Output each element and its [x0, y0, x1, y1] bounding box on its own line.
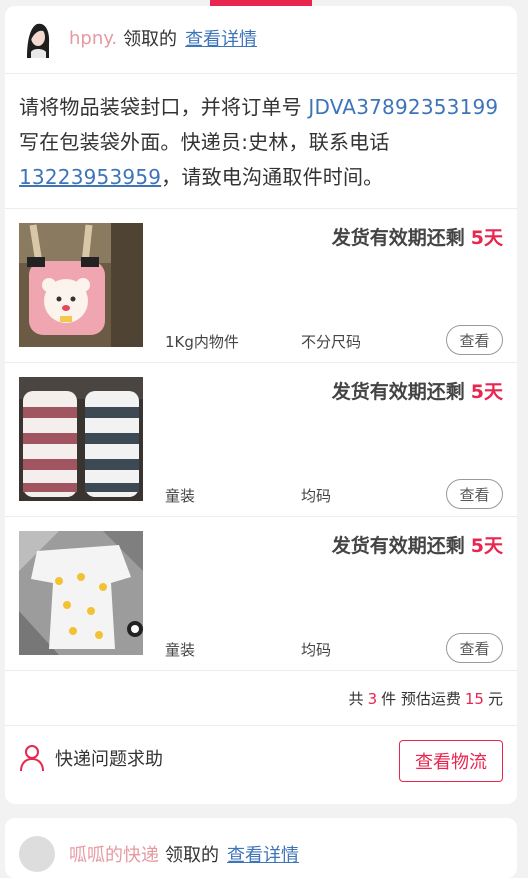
- shipping-instructions: 请将物品装袋封口，并将订单号 JDVA37892353199 写在包装袋外面。快…: [19, 90, 505, 195]
- shipping-fee: 15: [464, 690, 484, 708]
- order-card: hpny. 领取的 查看详情 请将物品装袋封口，并将订单号 JDVA378923…: [5, 6, 517, 804]
- divider: [5, 670, 517, 671]
- courier-help[interactable]: 快递问题求助: [19, 744, 163, 772]
- validity-label: 发货有效期还剩: [331, 227, 465, 249]
- item-size: 不分尺码: [301, 333, 362, 351]
- courier-phone-link[interactable]: 13223953959: [19, 165, 161, 189]
- item-row: 发货有效期还剩 5天 童装 均码 查看: [5, 363, 517, 517]
- avatar[interactable]: [19, 836, 55, 872]
- post-header: 呱呱的快递 领取的 查看详情: [19, 836, 299, 872]
- view-item-button[interactable]: 查看: [446, 325, 503, 355]
- notice-text-2: 写在包装袋外面。快递员:史林，联系电话: [19, 130, 390, 154]
- person-outline-icon: [19, 744, 45, 772]
- post-header: hpny. 领取的 查看详情: [19, 18, 257, 58]
- view-item-button[interactable]: 查看: [446, 479, 503, 509]
- order-summary: 共3件 预估运费 15 元: [349, 688, 503, 709]
- item-size: 均码: [301, 641, 332, 659]
- username[interactable]: hpny.: [69, 28, 117, 49]
- item-size: 均码: [301, 487, 332, 505]
- notice-text-3: ，请致电沟通取件时间。: [161, 165, 384, 189]
- view-item-button[interactable]: 查看: [446, 633, 503, 663]
- order-number[interactable]: JDVA37892353199: [308, 95, 498, 119]
- view-details-link[interactable]: 查看详情: [227, 841, 299, 867]
- summary-suffix: 元: [487, 690, 503, 708]
- notice-text-1: 请将物品装袋封口，并将订单号: [19, 95, 309, 119]
- next-order-card: 呱呱的快递 领取的 查看详情: [5, 818, 517, 878]
- item-row: 发货有效期还剩 5天 1Kg内物件 不分尺码 查看: [5, 209, 517, 363]
- item-thumbnail[interactable]: [19, 223, 143, 347]
- divider: [5, 725, 517, 726]
- item-category: 童装: [165, 487, 196, 505]
- username[interactable]: 呱呱的快递: [69, 841, 159, 867]
- validity-days: 5天: [470, 227, 503, 249]
- validity-label: 发货有效期还剩: [331, 381, 465, 403]
- summary-prefix: 共: [348, 690, 364, 708]
- claimed-text: 领取的: [123, 29, 178, 50]
- claimed-text: 领取的: [165, 845, 219, 866]
- validity-days: 5天: [470, 381, 503, 403]
- item-row: 发货有效期还剩 5天 童装 均码 查看: [5, 517, 517, 671]
- courier-help-label: 快递问题求助: [55, 749, 163, 770]
- item-thumbnail[interactable]: [19, 377, 143, 501]
- avatar[interactable]: [19, 18, 55, 58]
- shipping-validity: 发货有效期还剩 5天: [332, 223, 503, 250]
- view-logistics-button[interactable]: 查看物流: [399, 740, 503, 782]
- validity-days: 5天: [470, 535, 503, 557]
- item-category: 童装: [165, 641, 196, 659]
- summary-mid: 件 预估运费: [381, 690, 461, 708]
- item-category: 1Kg内物件: [165, 333, 239, 351]
- item-thumbnail[interactable]: [19, 531, 143, 655]
- validity-label: 发货有效期还剩: [331, 535, 465, 557]
- shipping-validity: 发货有效期还剩 5天: [332, 377, 503, 404]
- divider: [5, 73, 517, 74]
- shipping-validity: 发货有效期还剩 5天: [332, 531, 503, 558]
- view-details-link[interactable]: 查看详情: [185, 25, 257, 51]
- item-count: 3: [367, 690, 378, 708]
